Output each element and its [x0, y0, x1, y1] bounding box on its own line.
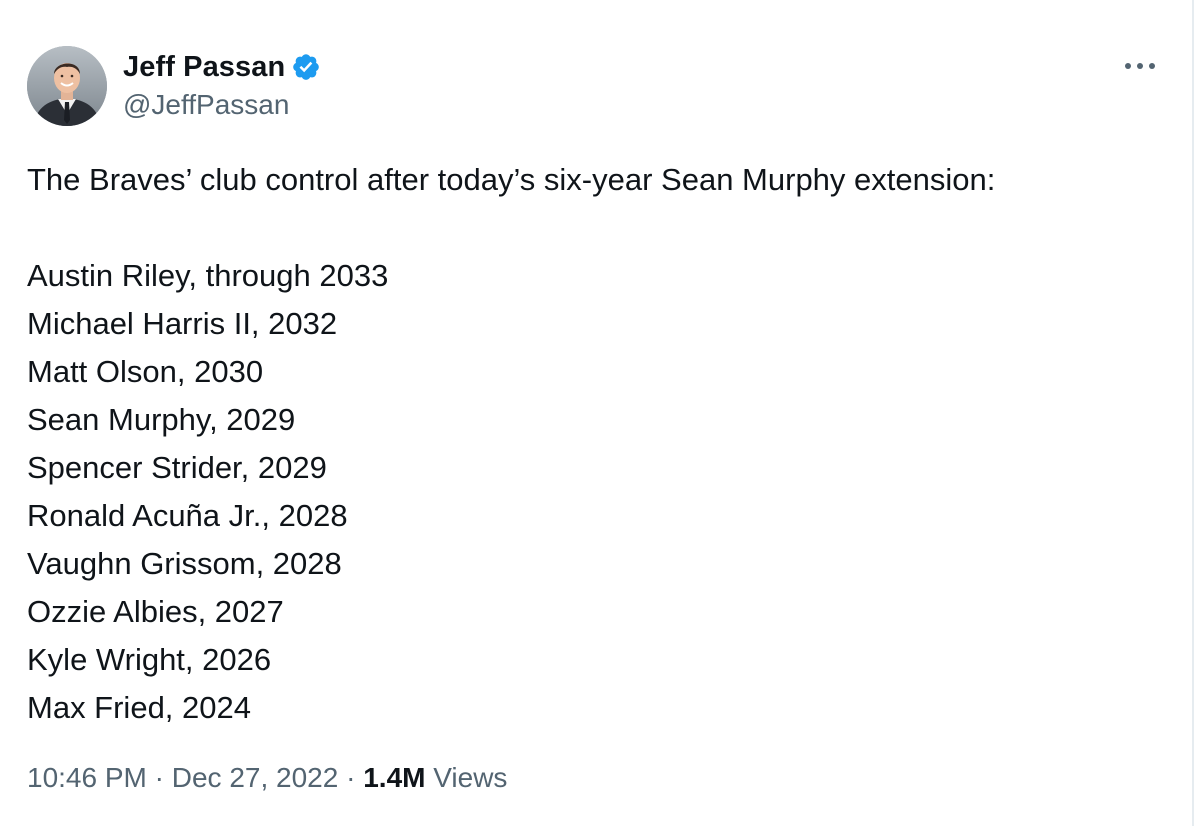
list-item: Spencer Strider, 2029	[27, 450, 327, 485]
list-item: Ozzie Albies, 2027	[27, 594, 284, 629]
list-item: Austin Riley, through 2033	[27, 258, 389, 293]
tweet-date: Dec 27, 2022	[171, 762, 339, 793]
views-label: Views	[425, 762, 508, 793]
list-item: Sean Murphy, 2029	[27, 402, 296, 437]
tweet-timestamp-link[interactable]: 10:46 PM · Dec 27, 2022	[27, 762, 338, 793]
meta-separator: ·	[146, 762, 172, 793]
list-item: Matt Olson, 2030	[27, 354, 264, 389]
meta-separator: ·	[338, 762, 364, 793]
list-item: Vaughn Grissom, 2028	[27, 546, 342, 581]
more-options-button[interactable]	[1118, 52, 1162, 80]
tweet-card: Jeff Passan @JeffPassan The Braves’ club…	[0, 0, 1194, 826]
list-item: Kyle Wright, 2026	[27, 642, 272, 677]
author-name-row: Jeff Passan	[123, 50, 321, 84]
views-count: 1.4M	[363, 762, 426, 793]
profile-photo-icon	[27, 46, 107, 126]
verified-badge-icon[interactable]	[291, 52, 321, 82]
avatar[interactable]	[27, 46, 107, 126]
tweet-text: The Braves’ club control after today’s s…	[27, 156, 1167, 732]
author-display-name[interactable]: Jeff Passan	[123, 51, 285, 84]
tweet-time: 10:46 PM	[27, 762, 147, 793]
tweet-meta: 10:46 PM · Dec 27, 2022 · 1.4M Views	[27, 762, 507, 794]
list-item: Ronald Acuña Jr., 2028	[27, 498, 348, 533]
tweet-intro: The Braves’ club control after today’s s…	[27, 162, 996, 197]
list-item: Max Fried, 2024	[27, 690, 251, 725]
list-item: Michael Harris II, 2032	[27, 306, 338, 341]
author-handle[interactable]: @JeffPassan	[123, 89, 289, 121]
more-horizontal-icon	[1125, 63, 1155, 69]
